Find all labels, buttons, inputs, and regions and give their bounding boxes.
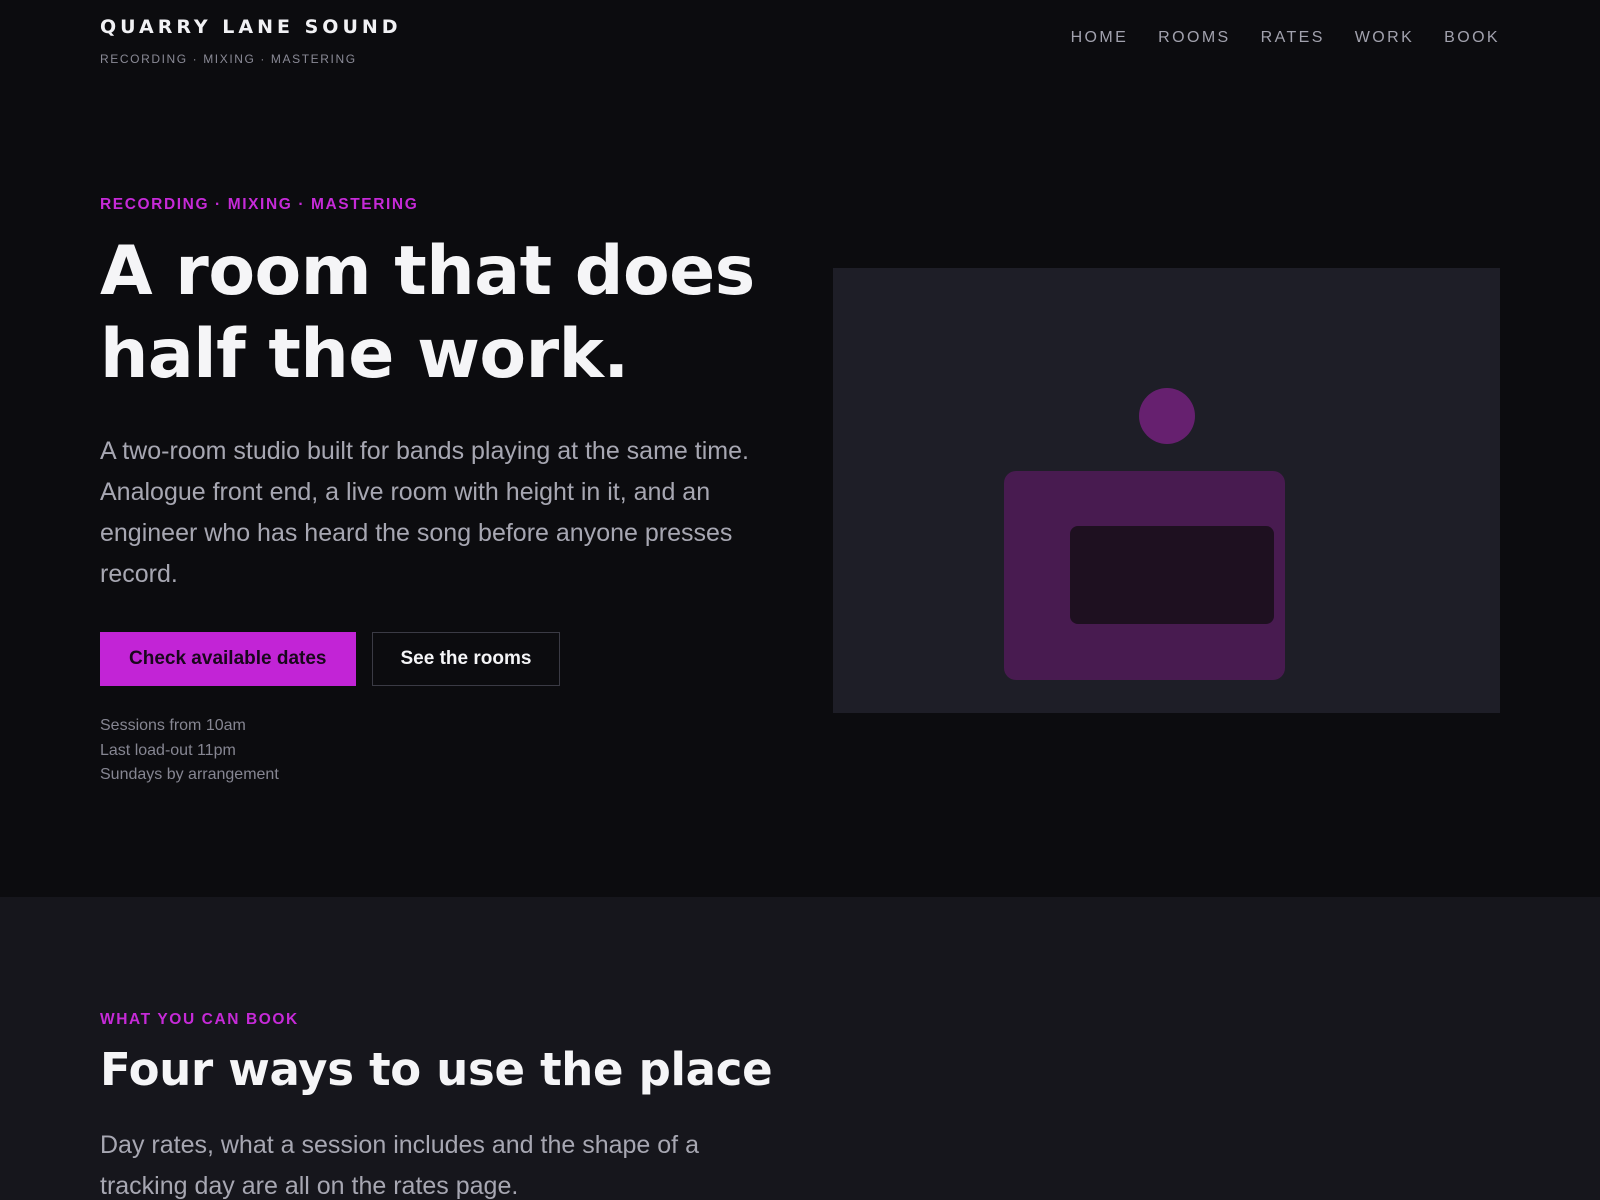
hero-section: RECORDING · MIXING · MASTERING A room th… xyxy=(0,100,1600,897)
offerings-section: WHAT YOU CAN BOOK Four ways to use the p… xyxy=(0,897,1600,1200)
brand-tagline: RECORDING · MIXING · MASTERING xyxy=(100,52,357,66)
hours-item: Sessions from 10am xyxy=(100,717,246,734)
hero-lede: A two-room studio built for bands playin… xyxy=(100,437,749,588)
hero-title-line: half the work. xyxy=(100,315,629,394)
studio-console-icon xyxy=(1004,388,1285,680)
nav-home[interactable]: HOME xyxy=(1071,29,1129,47)
site-header: QUARRY LANE SOUND RECORDING · MIXING · M… xyxy=(0,0,1600,100)
hours-item: Sundays by arrangement xyxy=(100,766,279,783)
offerings-lede: Day rates, what a session includes and t… xyxy=(100,1131,699,1200)
page: QUARRY LANE SOUND RECORDING · MIXING · M… xyxy=(0,0,1600,1200)
session-hours: Sessions from 10am Last load-out 11pm Su… xyxy=(100,714,279,788)
offerings-title: Four ways to use the place xyxy=(100,1043,773,1096)
console-screen xyxy=(1070,526,1274,624)
cta-row: Check available dates See the rooms xyxy=(100,632,561,686)
see-rooms-button[interactable]: See the rooms xyxy=(371,632,561,686)
nav-rates[interactable]: RATES xyxy=(1261,29,1325,47)
brand[interactable]: QUARRY LANE SOUND RECORDING · MIXING · M… xyxy=(100,16,402,66)
check-dates-button[interactable]: Check available dates xyxy=(100,632,356,686)
hero-title-line: A room that does xyxy=(100,232,755,311)
hero-eyebrow: RECORDING · MIXING · MASTERING xyxy=(100,196,419,213)
hours-item: Last load-out 11pm xyxy=(100,741,236,759)
main-nav: HOME ROOMS RATES WORK BOOK xyxy=(1071,29,1500,47)
nav-rooms[interactable]: ROOMS xyxy=(1158,29,1230,47)
lamp-circle xyxy=(1139,388,1195,444)
nav-work[interactable]: WORK xyxy=(1355,29,1414,47)
hero-illustration xyxy=(833,268,1500,713)
brand-name[interactable]: QUARRY LANE SOUND xyxy=(100,16,402,38)
nav-book[interactable]: BOOK xyxy=(1444,29,1500,47)
offerings-eyebrow: WHAT YOU CAN BOOK xyxy=(100,1011,299,1028)
hero-title: A room that does half the work. xyxy=(100,230,780,396)
